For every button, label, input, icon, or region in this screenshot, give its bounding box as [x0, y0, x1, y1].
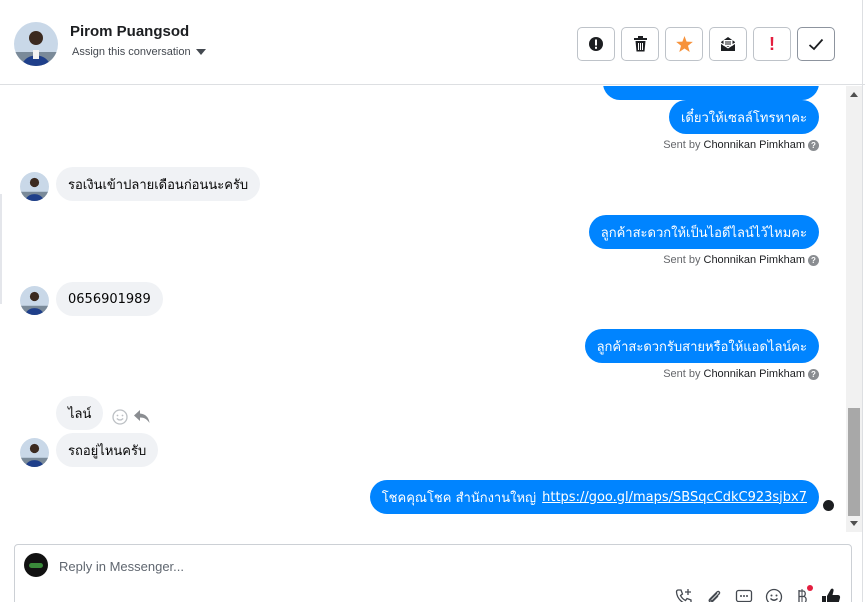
- message-bubble-outgoing[interactable]: เดี๋ยวให้เซลล์โทรหาคะ: [668, 100, 819, 134]
- emoji-icon[interactable]: [765, 588, 783, 602]
- assign-label: Assign this conversation: [72, 46, 191, 58]
- help-icon[interactable]: ?: [808, 139, 819, 151]
- thread-edge: [0, 194, 2, 304]
- sender-name: Chonnikan Pimkham: [703, 139, 806, 151]
- star-icon: [675, 36, 693, 52]
- message-text: รอเงินเข้าปลายเดือนก่อนนะครับ: [68, 177, 249, 193]
- contact-name: Pirom Puangsod: [70, 23, 190, 40]
- message-text: ลูกค้าสะดวกให้เป็นไอดีไลน์ไว้ไหมคะ: [600, 225, 807, 241]
- caret-down-icon: [195, 49, 206, 55]
- reply-input[interactable]: [59, 555, 819, 577]
- alert-circle-icon: [589, 37, 603, 51]
- page-avatar: [24, 553, 48, 577]
- message-bubble-clipped[interactable]: [603, 86, 819, 100]
- message-text: ลูกค้าสะดวกรับสายหรือให้แอดไลน์คะ: [596, 339, 807, 355]
- sent-by-label: Sent by: [663, 368, 701, 380]
- mark-spam-button[interactable]: [577, 27, 615, 61]
- message-text: ไลน์: [68, 406, 92, 422]
- mark-done-button[interactable]: [797, 27, 835, 61]
- message-bubble-incoming[interactable]: 0656901989: [56, 282, 163, 316]
- map-link[interactable]: https://goo.gl/maps/SBSqcCdkC923sjbx7: [542, 490, 807, 505]
- sent-by-line: Sent by Chonnikan Pimkham ?: [663, 254, 819, 266]
- exclamation-icon: !: [769, 34, 775, 54]
- message-text: 0656901989: [68, 291, 151, 307]
- mark-important-button[interactable]: !: [753, 27, 791, 61]
- contact-avatar[interactable]: [14, 22, 58, 66]
- conversation-actions: !: [577, 27, 835, 61]
- message-bubble-outgoing[interactable]: โชคคุณโชค สำนักงานใหญ่ https://goo.gl/ma…: [369, 480, 819, 514]
- reply-composer: [14, 544, 852, 602]
- message-bubble-incoming[interactable]: รอเงินเข้าปลายเดือนก่อนนะครับ: [56, 167, 261, 201]
- seen-indicator-icon: [823, 500, 834, 511]
- message-thread[interactable]: เดี๋ยวให้เซลล์โทรหาคะ Sent by Chonnikan …: [0, 86, 846, 532]
- call-add-icon[interactable]: [675, 588, 693, 602]
- contact-avatar-small: [20, 286, 49, 315]
- reply-arrow-icon[interactable]: [134, 410, 150, 424]
- message-bubble-incoming[interactable]: ไลน์: [56, 396, 104, 430]
- conversation-header: Pirom Puangsod Assign this conversation: [0, 0, 865, 85]
- mail-open-icon: [721, 37, 735, 51]
- sender-name: Chonnikan Pimkham: [703, 254, 806, 266]
- attachment-icon[interactable]: [705, 588, 723, 602]
- composer-tools: [675, 585, 841, 602]
- message-text: โชคคุณโชค สำนักงานใหญ่: [381, 490, 537, 506]
- scroll-up-icon[interactable]: [850, 92, 858, 97]
- payment-icon[interactable]: [795, 585, 813, 602]
- help-icon[interactable]: ?: [808, 254, 819, 266]
- message-bubble-outgoing[interactable]: ลูกค้าสะดวกรับสายหรือให้แอดไลน์คะ: [584, 329, 819, 363]
- thread-scrollbar[interactable]: [846, 86, 862, 532]
- message-text: รถอยู่ไหนครับ: [68, 443, 147, 459]
- message-bubble-outgoing[interactable]: ลูกค้าสะดวกให้เป็นไอดีไลน์ไว้ไหมคะ: [588, 215, 819, 249]
- contact-avatar-small: [20, 172, 49, 201]
- message-bubble-incoming[interactable]: รถอยู่ไหนครับ: [56, 433, 159, 467]
- sent-by-line: Sent by Chonnikan Pimkham ?: [663, 139, 819, 151]
- sender-name: Chonnikan Pimkham: [703, 368, 806, 380]
- saved-reply-icon[interactable]: [735, 588, 753, 602]
- delete-button[interactable]: [621, 27, 659, 61]
- message-text: เดี๋ยวให้เซลล์โทรหาคะ: [680, 110, 807, 126]
- contact-avatar-small: [20, 438, 49, 467]
- panel-divider: [862, 0, 863, 602]
- sent-by-label: Sent by: [663, 254, 701, 266]
- check-icon: [808, 38, 824, 50]
- like-icon[interactable]: [821, 587, 841, 602]
- scroll-down-icon[interactable]: [850, 521, 858, 526]
- trash-icon: [633, 36, 647, 52]
- react-emoji-icon[interactable]: [112, 409, 128, 425]
- sent-by-label: Sent by: [663, 139, 701, 151]
- sent-by-line: Sent by Chonnikan Pimkham ?: [663, 368, 819, 380]
- archive-button[interactable]: [709, 27, 747, 61]
- star-button[interactable]: [665, 27, 703, 61]
- assign-conversation-dropdown[interactable]: Assign this conversation: [72, 46, 206, 58]
- scrollbar-thumb[interactable]: [848, 408, 860, 516]
- message-hover-tools: [112, 409, 150, 425]
- help-icon[interactable]: ?: [808, 368, 819, 380]
